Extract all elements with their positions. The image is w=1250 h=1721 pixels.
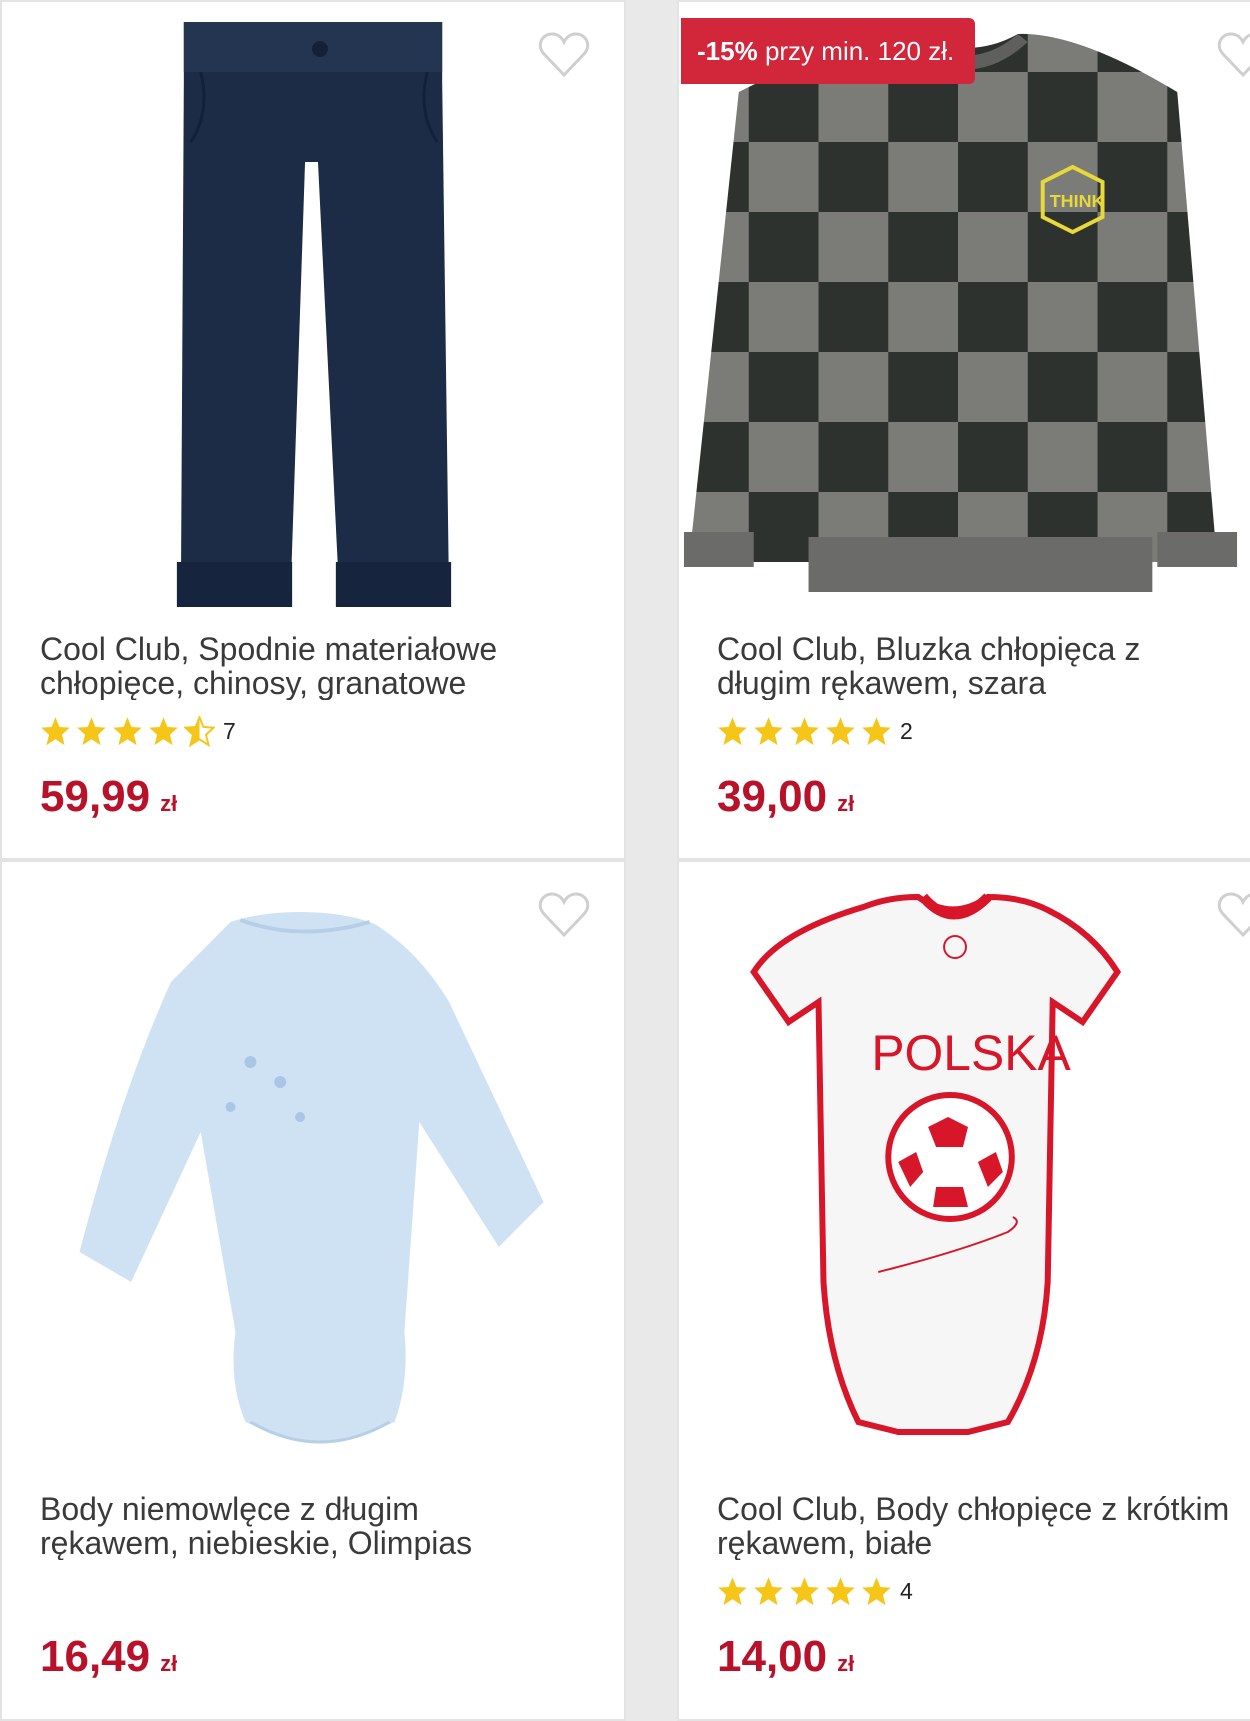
price-amount: 16,49 [40, 1632, 151, 1681]
price-currency: zł [160, 791, 178, 816]
product-title[interactable]: Cool Club, Body chłopięce z krótkim ręka… [717, 1492, 1250, 1560]
star-icon [790, 1576, 819, 1605]
price-amount: 39,00 [717, 772, 828, 821]
rating-count: 2 [900, 717, 913, 744]
rating-stars [717, 716, 892, 747]
product-price: 39,00 zł [717, 772, 854, 822]
print-text: THINK [1050, 191, 1105, 211]
product-image[interactable] [2, 862, 624, 1482]
star-icon [790, 716, 819, 745]
price-currency: zł [160, 1651, 178, 1676]
star-half-icon [184, 715, 215, 747]
heart-icon[interactable] [538, 892, 590, 938]
star-icon [41, 716, 70, 745]
product-image[interactable]: THINK [679, 2, 1250, 622]
star-icon [718, 716, 747, 745]
heart-icon[interactable] [538, 32, 590, 78]
star-icon [826, 716, 855, 745]
product-rating: 2 [717, 715, 913, 747]
discount-badge: -15% przy min. 120 zł. [681, 18, 975, 84]
rating-stars [40, 715, 215, 747]
print-text: POLSKA [871, 1025, 1071, 1081]
star-icon [149, 716, 178, 745]
star-icon [862, 716, 891, 745]
heart-icon[interactable] [1217, 892, 1250, 938]
product-image[interactable]: POLSKA [679, 862, 1250, 1482]
star-icon [754, 716, 783, 745]
price-currency: zł [837, 1651, 855, 1676]
product-card[interactable]: Cool Club, Spodnie materiałowe chłopięce… [0, 0, 626, 860]
star-icon [754, 1576, 783, 1605]
product-title[interactable]: Cool Club, Bluzka chłopięca z długim ręk… [717, 632, 1250, 700]
product-price: 59,99 zł [40, 772, 177, 822]
star-icon [77, 716, 106, 745]
price-amount: 59,99 [40, 772, 151, 821]
rating-count: 4 [900, 1577, 913, 1604]
product-price: 14,00 zł [717, 1632, 854, 1682]
star-icon [718, 1576, 747, 1605]
price-amount: 14,00 [717, 1632, 828, 1681]
star-icon [862, 1576, 891, 1605]
price-currency: zł [837, 791, 855, 816]
heart-icon[interactable] [1217, 32, 1250, 78]
product-title[interactable]: Body niemowlęce z długim rękawem, niebie… [40, 1492, 600, 1560]
product-image[interactable] [2, 2, 624, 622]
product-price: 16,49 zł [40, 1632, 177, 1682]
product-card[interactable]: THINK -15% przy min. 120 zł. Cool Club, … [677, 0, 1250, 860]
product-card[interactable]: POLSKA Cool Club, Body chłopięce z krótk… [677, 860, 1250, 1721]
product-rating: 4 [717, 1575, 913, 1607]
rating-stars [717, 1576, 892, 1607]
star-icon [826, 1576, 855, 1605]
product-card[interactable]: Body niemowlęce z długim rękawem, niebie… [0, 860, 626, 1721]
product-title[interactable]: Cool Club, Spodnie materiałowe chłopięce… [40, 632, 600, 700]
rating-count: 7 [223, 717, 236, 744]
product-rating: 7 [40, 715, 236, 747]
star-icon [113, 716, 142, 745]
